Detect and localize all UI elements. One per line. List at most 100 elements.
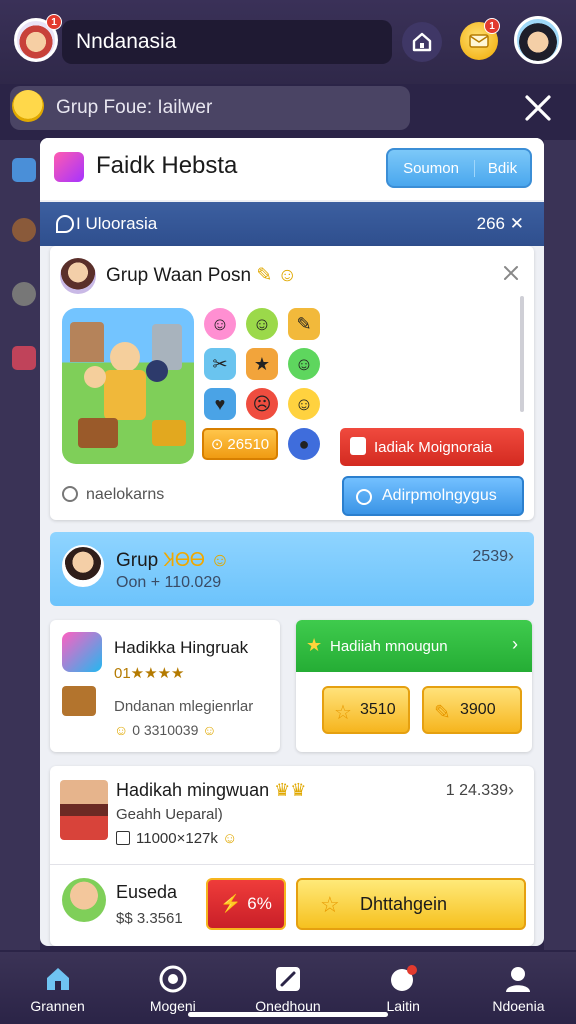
score-value: 26510 bbox=[227, 435, 270, 453]
star-icon: ★ bbox=[246, 348, 278, 380]
game-icon bbox=[62, 632, 102, 672]
home-button[interactable] bbox=[402, 22, 442, 62]
scissors-icon: ✂ bbox=[204, 348, 236, 380]
weekly-count: 1 24.339 bbox=[445, 782, 508, 799]
strip-label: I Uloorasia bbox=[76, 214, 158, 233]
strip-count[interactable]: 266 ✕ bbox=[477, 214, 524, 234]
envelope-icon bbox=[469, 34, 489, 48]
group-name: Grup Foue: Iailwer bbox=[56, 97, 213, 118]
username-field[interactable]: Nndanasia bbox=[62, 20, 392, 64]
reward-header-title: Hadiiah mnougun bbox=[330, 637, 448, 655]
chevron-right-icon: › bbox=[512, 634, 518, 654]
card-header: Faidk Hebsta Soumon Bdik bbox=[40, 138, 544, 200]
info-strip: I Uloorasia 266 ✕ bbox=[40, 202, 544, 246]
header-btn-left[interactable]: Soumon bbox=[388, 160, 474, 177]
blue-action-label: Adirpmolngygus bbox=[382, 487, 497, 504]
discount-value: 6% bbox=[247, 894, 272, 913]
panel-title-text: Grup Waan Posn bbox=[106, 265, 252, 286]
weekly-card: Hadikah mingwuan ♛♛ Geahh Ueparal) 11000… bbox=[50, 766, 534, 946]
green-ball-icon: ☺ bbox=[288, 348, 320, 380]
group-banner-title: Grup ꞰᎾᎾ ☺ bbox=[116, 546, 230, 572]
clock-icon bbox=[62, 486, 78, 502]
panel-avatar bbox=[60, 258, 96, 294]
reward-header[interactable]: ★ Hadiiah mnougun › bbox=[296, 620, 532, 672]
reward-card-left[interactable]: Hadikka Hingruak 01★★★★ Dndanan mlegienr… bbox=[50, 620, 280, 752]
header-btn-right[interactable]: Bdik bbox=[474, 159, 530, 177]
mail-badge: 1 bbox=[484, 18, 500, 34]
weekly-subtitle: Geahh Ueparal) bbox=[116, 806, 223, 823]
chevron-right-icon: › bbox=[508, 546, 514, 566]
card-title: Faidk Hebsta bbox=[96, 152, 238, 179]
background-sidebar bbox=[0, 140, 40, 950]
green-face-icon: ☺ bbox=[246, 308, 278, 340]
star-outline-icon: ☆ bbox=[320, 892, 340, 917]
background-right bbox=[544, 140, 576, 950]
percent-icon: ⚡ bbox=[220, 894, 242, 913]
panel-hint[interactable]: naelokarns bbox=[62, 486, 164, 504]
reward-title: Hadikka Hingruak bbox=[114, 638, 249, 657]
gift-icon bbox=[12, 346, 36, 370]
close-small-icon[interactable]: ✕ bbox=[510, 214, 524, 233]
nav-item-home[interactable]: Grannen bbox=[0, 952, 115, 1024]
chest-icon bbox=[62, 686, 96, 716]
group-banner-count: 2539 bbox=[472, 548, 508, 565]
panel-hint-text: naelokarns bbox=[86, 486, 165, 503]
claim-button[interactable]: ☆ Dhttahgein bbox=[296, 878, 526, 930]
red-action-label: Iadiak Moignoraia bbox=[374, 438, 493, 456]
badge-subtitle: $$ 3.3561 bbox=[116, 910, 183, 927]
scrollbar[interactable] bbox=[520, 296, 524, 412]
weekly-title-text: Hadikah mingwuan bbox=[116, 780, 270, 800]
star-outline-icon: ☆ bbox=[334, 702, 352, 724]
reward-stars: 01★★★★ bbox=[114, 665, 185, 682]
reward-pill-1[interactable]: ☆ 3510 bbox=[322, 686, 410, 734]
gear-icon bbox=[159, 965, 187, 993]
header-toggle[interactable]: Soumon Bdik bbox=[386, 148, 532, 188]
reward-code-value: 0 3310039 bbox=[132, 722, 199, 738]
pencil-icon: ✎ bbox=[434, 702, 451, 724]
crown-icon: ♛♛ bbox=[274, 780, 307, 800]
weekly-code-value: 11000×127k bbox=[136, 830, 218, 847]
score-button[interactable]: ⊙ 26510 bbox=[202, 428, 278, 460]
close-icon[interactable] bbox=[502, 264, 520, 282]
heart-icon: ♥ bbox=[204, 388, 236, 420]
location-icon bbox=[56, 215, 74, 233]
group-pill[interactable]: Grup Foue: Iailwer bbox=[10, 86, 410, 130]
top-bar: 1 Nndanasia 1 bbox=[0, 0, 576, 84]
pencil-icon: ✎ bbox=[288, 308, 320, 340]
home-indicator[interactable] bbox=[188, 1012, 388, 1017]
smiley-icon: ☺ bbox=[202, 722, 217, 738]
nav-item-profile[interactable]: Ndoenia bbox=[461, 952, 576, 1024]
smiley-icon: ☺ bbox=[114, 722, 129, 738]
reward-card-right[interactable]: ★ Hadiiah mnougun › ☆ 3510 ✎ 3900 bbox=[296, 620, 532, 752]
yellow-face-icon: ☺ bbox=[288, 388, 320, 420]
username-label: Nndanasia bbox=[76, 30, 177, 53]
claim-label: Dhttahgein bbox=[360, 893, 448, 914]
red-face-icon: ☹ bbox=[246, 388, 278, 420]
panel-title: Grup Waan Posn ✎ ☺ bbox=[106, 264, 297, 287]
close-icon[interactable] bbox=[520, 90, 556, 126]
group-avatar bbox=[62, 545, 104, 587]
reward-desc: Dndanan mlegienrlar bbox=[114, 698, 254, 715]
profile-badge: 1 bbox=[46, 14, 62, 30]
group-banner-subtitle: Oon + 110.029 bbox=[116, 574, 222, 591]
divider bbox=[50, 864, 534, 865]
house-icon bbox=[412, 32, 432, 52]
red-action-button[interactable]: Iadiak Moignoraia bbox=[340, 428, 524, 466]
group-banner[interactable]: Grup ꞰᎾᎾ ☺ Oon + 110.029 2539 › bbox=[50, 532, 534, 606]
game-art-image bbox=[62, 308, 194, 464]
weekly-avatar bbox=[60, 780, 108, 840]
sparkle-icon: ✎ ☺ bbox=[256, 265, 297, 286]
nav-label-profile: Ndoenia bbox=[492, 998, 545, 1014]
weekly-title: Hadikah mingwuan ♛♛ bbox=[116, 780, 306, 801]
discount-button[interactable]: ⚡ 6% bbox=[206, 878, 286, 930]
chevron-right-icon[interactable]: › bbox=[508, 780, 514, 801]
nav-label-home: Grannen bbox=[30, 998, 85, 1014]
friend-avatar[interactable] bbox=[514, 16, 562, 64]
reward-pill-2[interactable]: ✎ 3900 bbox=[422, 686, 522, 734]
info-icon bbox=[356, 489, 372, 505]
reward-pill-1-value: 3510 bbox=[360, 701, 396, 718]
badge-title: Euseda bbox=[116, 882, 178, 902]
reward-pill-2-value: 3900 bbox=[460, 701, 496, 718]
group-banner-title-text: Grup bbox=[116, 550, 159, 571]
blue-action-button[interactable]: Adirpmolngygus bbox=[342, 476, 524, 516]
